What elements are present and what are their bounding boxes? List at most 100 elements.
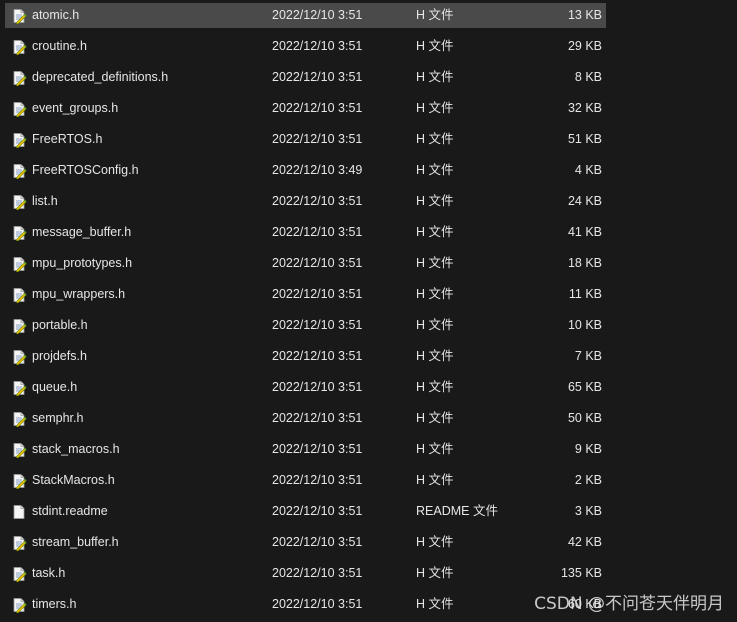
file-row[interactable]: croutine.h 2022/12/10 3:51 H 文件 29 KB — [0, 31, 737, 62]
file-row[interactable]: semphr.h 2022/12/10 3:51 H 文件 50 KB — [0, 403, 737, 434]
file-name: stream_buffer.h — [32, 535, 119, 549]
file-row[interactable]: FreeRTOSConfig.h 2022/12/10 3:49 H 文件 4 KB — [0, 155, 737, 186]
file-type: H 文件 — [416, 132, 454, 146]
file-type: H 文件 — [416, 349, 454, 363]
file-row[interactable]: task.h 2022/12/10 3:51 H 文件 135 KB — [0, 558, 737, 589]
h-file-icon — [11, 566, 27, 583]
file-name: task.h — [32, 566, 66, 580]
file-row[interactable]: stack_macros.h 2022/12/10 3:51 H 文件 9 KB — [0, 434, 737, 465]
file-type: H 文件 — [416, 8, 454, 22]
file-size: 10 KB — [567, 318, 602, 332]
blank-file-icon — [11, 504, 27, 520]
file-size: 29 KB — [567, 39, 602, 53]
file-size: 3 KB — [574, 504, 602, 518]
file-type: H 文件 — [416, 566, 454, 580]
file-date-modified: 2022/12/10 3:51 — [272, 70, 363, 84]
file-type: H 文件 — [416, 597, 454, 611]
file-type: H 文件 — [416, 287, 454, 301]
h-file-icon — [11, 8, 27, 25]
file-date-modified: 2022/12/10 3:51 — [272, 411, 363, 425]
file-name: deprecated_definitions.h — [32, 70, 169, 84]
file-size: 2 KB — [574, 473, 602, 487]
file-name: queue.h — [32, 380, 78, 394]
file-name: croutine.h — [32, 39, 87, 53]
file-date-modified: 2022/12/10 3:51 — [272, 442, 363, 456]
file-row[interactable]: list.h 2022/12/10 3:51 H 文件 24 KB — [0, 186, 737, 217]
file-date-modified: 2022/12/10 3:51 — [272, 349, 363, 363]
file-name: portable.h — [32, 318, 88, 332]
file-type: H 文件 — [416, 39, 454, 53]
file-row[interactable]: stream_buffer.h 2022/12/10 3:51 H 文件 42 KB — [0, 527, 737, 558]
file-size: 13 KB — [567, 8, 602, 22]
h-file-icon — [11, 194, 27, 211]
file-row[interactable]: mpu_wrappers.h 2022/12/10 3:51 H 文件 11 KB — [0, 279, 737, 310]
file-name: mpu_wrappers.h — [32, 287, 126, 301]
file-type: H 文件 — [416, 318, 454, 332]
file-size: 42 KB — [567, 535, 602, 549]
file-name: stdint.readme — [32, 504, 108, 518]
h-file-icon — [11, 70, 27, 87]
file-size: 32 KB — [567, 101, 602, 115]
h-file-icon — [11, 411, 27, 428]
file-type: H 文件 — [416, 473, 454, 487]
file-type: README 文件 — [416, 504, 498, 518]
file-type: H 文件 — [416, 101, 454, 115]
h-file-icon — [11, 287, 27, 304]
file-name: atomic.h — [32, 8, 80, 22]
file-date-modified: 2022/12/10 3:51 — [272, 39, 363, 53]
file-date-modified: 2022/12/10 3:51 — [272, 535, 363, 549]
file-name: timers.h — [32, 597, 77, 611]
file-name: StackMacros.h — [32, 473, 115, 487]
file-size: 41 KB — [567, 225, 602, 239]
file-row[interactable]: deprecated_definitions.h 2022/12/10 3:51 H… — [0, 62, 737, 93]
file-list: atomic.h 2022/12/10 3:51 H 文件 13 KB croutin… — [0, 0, 737, 620]
file-row[interactable]: queue.h 2022/12/10 3:51 H 文件 65 KB — [0, 372, 737, 403]
file-date-modified: 2022/12/10 3:51 — [272, 8, 363, 22]
file-type: H 文件 — [416, 194, 454, 208]
file-name: FreeRTOSConfig.h — [32, 163, 139, 177]
h-file-icon — [11, 597, 27, 614]
file-row[interactable]: projdefs.h 2022/12/10 3:51 H 文件 7 KB — [0, 341, 737, 372]
file-row[interactable]: StackMacros.h 2022/12/10 3:51 H 文件 2 KB — [0, 465, 737, 496]
file-name: message_buffer.h — [32, 225, 132, 239]
file-date-modified: 2022/12/10 3:51 — [272, 473, 363, 487]
h-file-icon — [11, 473, 27, 490]
h-file-icon — [11, 256, 27, 273]
watermark: CSDN @不问苍天伴明月 — [534, 594, 724, 614]
file-row[interactable]: mpu_prototypes.h 2022/12/10 3:51 H 文件 18 KB — [0, 248, 737, 279]
h-file-icon — [11, 39, 27, 56]
file-type: H 文件 — [416, 225, 454, 239]
file-date-modified: 2022/12/10 3:51 — [272, 566, 363, 580]
file-date-modified: 2022/12/10 3:51 — [272, 287, 363, 301]
file-size: 51 KB — [567, 132, 602, 146]
h-file-icon — [11, 535, 27, 552]
file-size: 18 KB — [567, 256, 602, 270]
file-date-modified: 2022/12/10 3:51 — [272, 504, 363, 518]
h-file-icon — [11, 442, 27, 459]
file-name: event_groups.h — [32, 101, 119, 115]
file-row[interactable]: stdint.readme 2022/12/10 3:51 README 文件 3 K… — [0, 496, 737, 527]
file-date-modified: 2022/12/10 3:51 — [272, 256, 363, 270]
file-date-modified: 2022/12/10 3:51 — [272, 318, 363, 332]
file-date-modified: 2022/12/10 3:51 — [272, 597, 363, 611]
file-row[interactable]: portable.h 2022/12/10 3:51 H 文件 10 KB — [0, 310, 737, 341]
file-row[interactable]: atomic.h 2022/12/10 3:51 H 文件 13 KB — [0, 0, 737, 31]
file-name: mpu_prototypes.h — [32, 256, 133, 270]
file-name: stack_macros.h — [32, 442, 120, 456]
file-size: 11 KB — [568, 287, 602, 301]
h-file-icon — [11, 318, 27, 335]
file-row[interactable]: event_groups.h 2022/12/10 3:51 H 文件 32 KB — [0, 93, 737, 124]
file-row[interactable]: message_buffer.h 2022/12/10 3:51 H 文件 41 KB — [0, 217, 737, 248]
file-size: 7 KB — [574, 349, 602, 363]
h-file-icon — [11, 101, 27, 118]
file-date-modified: 2022/12/10 3:51 — [272, 101, 363, 115]
h-file-icon — [11, 349, 27, 366]
file-name: semphr.h — [32, 411, 84, 425]
file-size: 50 KB — [567, 411, 602, 425]
file-date-modified: 2022/12/10 3:51 — [272, 194, 363, 208]
h-file-icon — [11, 163, 27, 180]
file-row[interactable]: FreeRTOS.h 2022/12/10 3:51 H 文件 51 KB — [0, 124, 737, 155]
file-type: H 文件 — [416, 535, 454, 549]
file-size: 65 KB — [567, 380, 602, 394]
file-date-modified: 2022/12/10 3:51 — [272, 132, 363, 146]
